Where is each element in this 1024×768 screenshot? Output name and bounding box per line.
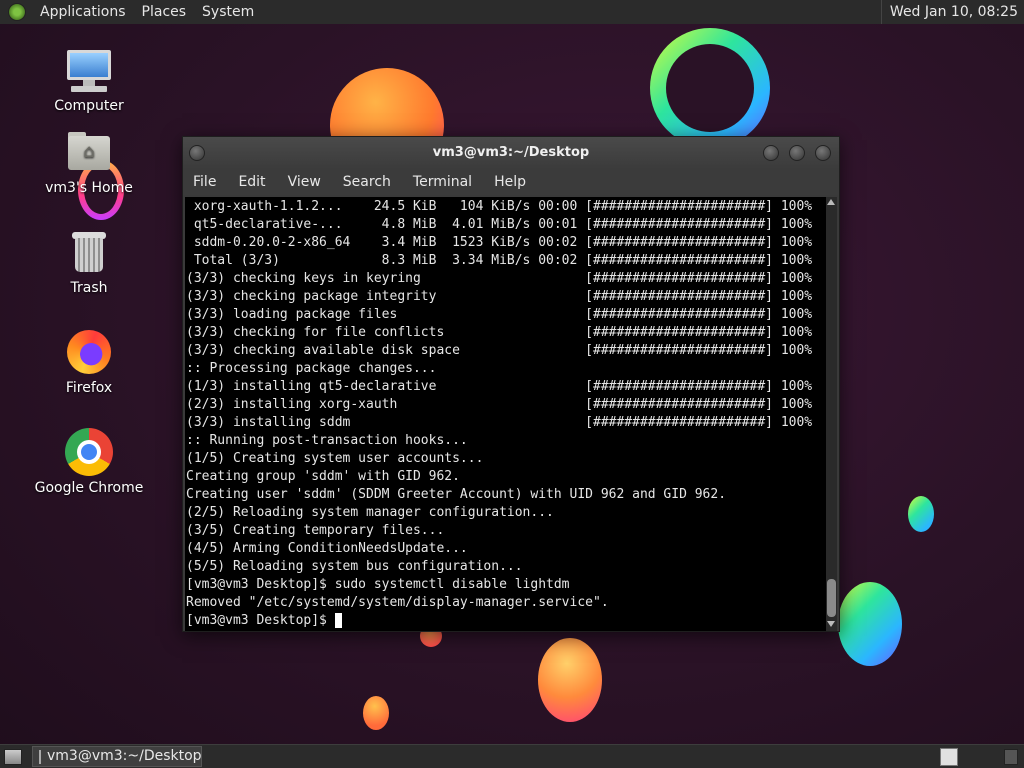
terminal-menubar: File Edit View Search Terminal Help [183,169,839,195]
menu-terminal[interactable]: Terminal [402,169,483,195]
terminal-line: (1/5) Creating system user accounts... [186,451,484,466]
desktop-icon-chrome[interactable]: Google Chrome [34,428,144,496]
bottom-panel: vm3@vm3:~/Desktop [0,744,1024,768]
places-menu[interactable]: Places [134,0,195,24]
terminal-output[interactable]: xorg-xauth-1.1.2... 24.5 KiB 104 KiB/s 0… [185,197,826,631]
menu-help[interactable]: Help [483,169,537,195]
terminal-window: vm3@vm3:~/Desktop File Edit View Search … [182,136,840,632]
window-title: vm3@vm3:~/Desktop [432,145,590,160]
menu-file[interactable]: File [183,169,227,195]
terminal-prompt: [vm3@vm3 Desktop]$ [186,613,335,628]
scrollbar-thumb[interactable] [827,579,836,617]
scroll-up-icon[interactable] [827,199,835,205]
terminal-line: Removed "/etc/systemd/system/display-man… [186,595,609,610]
mate-logo-icon[interactable] [8,3,26,21]
terminal-line: (3/3) checking available disk space [###… [186,343,813,358]
desktop-icon-firefox[interactable]: Firefox [34,328,144,396]
taskbar-button-label: vm3@vm3:~/Desktop [47,748,202,764]
terminal-line: (3/3) checking for file conflicts [#####… [186,325,813,340]
desktop-icon-label: Computer [54,98,124,114]
tray-icon[interactable] [1004,749,1018,765]
wallpaper-shape [650,28,770,148]
terminal-line: (3/3) checking package integrity [######… [186,289,813,304]
applications-menu[interactable]: Applications [32,0,134,24]
desktop-icon-trash[interactable]: Trash [34,228,144,296]
window-titlebar[interactable]: vm3@vm3:~/Desktop [183,137,839,169]
maximize-icon[interactable] [789,145,805,161]
terminal-line: (4/5) Arming ConditionNeedsUpdate... [186,541,468,556]
top-panel: Applications Places System Wed Jan 10, 0… [0,0,1024,24]
terminal-line: (3/3) installing sddm [#################… [186,415,813,430]
wallpaper-shape [363,696,389,730]
terminal-line: :: Processing package changes... [186,361,437,376]
terminal-line: Creating user 'sddm' (SDDM Greeter Accou… [186,487,727,502]
terminal-line: (5/5) Reloading system bus configuration… [186,559,523,574]
wallpaper-shape [908,496,934,532]
terminal-line: (1/3) installing qt5-declarative [######… [186,379,813,394]
window-menu-icon[interactable] [189,145,205,161]
clock[interactable]: Wed Jan 10, 08:25 [880,0,1024,24]
home-folder-icon: ⌂ [65,128,113,176]
taskbar-button-terminal[interactable]: vm3@vm3:~/Desktop [32,746,202,767]
terminal-line: sddm-0.20.0-2-x86_64 3.4 MiB 1523 KiB/s … [186,235,813,250]
terminal-line: xorg-xauth-1.1.2... 24.5 KiB 104 KiB/s 0… [186,199,813,214]
terminal-line: (3/3) checking keys in keyring [########… [186,271,813,286]
firefox-icon [65,328,113,376]
menu-edit[interactable]: Edit [227,169,276,195]
trash-icon [65,228,113,276]
chrome-icon [65,428,113,476]
terminal-line: (2/5) Reloading system manager configura… [186,505,554,520]
workspace-switcher[interactable] [940,748,958,766]
desktop-icon-home[interactable]: ⌂ vm3's Home [34,128,144,196]
scroll-down-icon[interactable] [827,621,835,627]
wallpaper-shape [838,582,902,666]
terminal-line: Creating group 'sddm' with GID 962. [186,469,460,484]
terminal-line: (3/3) loading package files [###########… [186,307,813,322]
minimize-icon[interactable] [763,145,779,161]
desktop-icon-computer[interactable]: Computer [34,46,144,114]
show-desktop-icon[interactable] [4,749,22,765]
desktop-icon-label: Firefox [65,380,113,396]
terminal-line: qt5-declarative-... 4.8 MiB 4.01 MiB/s 0… [186,217,813,232]
text-cursor [334,613,342,628]
close-icon[interactable] [815,145,831,161]
system-menu[interactable]: System [194,0,262,24]
terminal-scrollbar[interactable] [826,197,837,631]
terminal-line: (2/3) installing xorg-xauth [###########… [186,397,813,412]
terminal-line: (3/5) Creating temporary files... [186,523,445,538]
terminal-prompt-line[interactable]: [vm3@vm3 Desktop]$ [185,612,826,630]
terminal-line: :: Running post-transaction hooks... [186,433,468,448]
terminal-icon [39,749,41,764]
computer-icon [65,46,113,94]
terminal-line: Total (3/3) 8.3 MiB 3.34 MiB/s 00:02 [##… [186,253,813,268]
menu-view[interactable]: View [277,169,332,195]
desktop-icon-label: Google Chrome [34,480,144,496]
menu-search[interactable]: Search [332,169,402,195]
desktop-icon-label: vm3's Home [45,180,133,196]
wallpaper-shape [538,638,602,722]
desktop-icon-label: Trash [70,280,108,296]
terminal-line: [vm3@vm3 Desktop]$ sudo systemctl disabl… [186,577,570,592]
